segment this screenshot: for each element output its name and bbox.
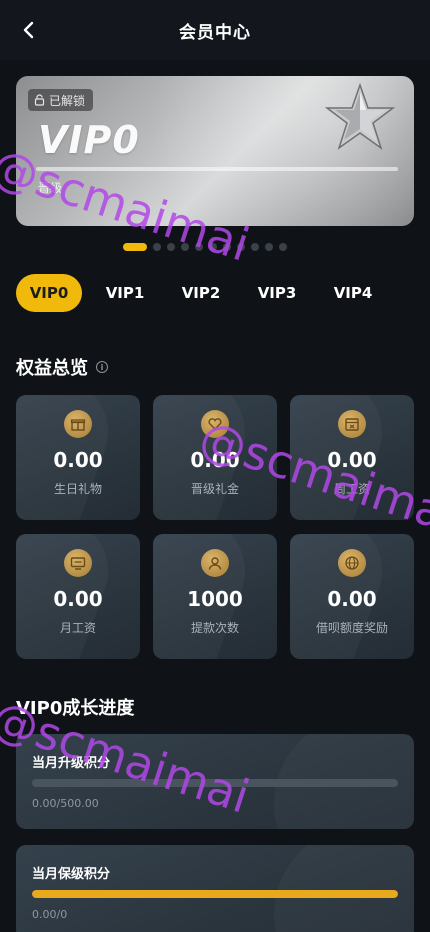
carousel-dot[interactable] — [223, 243, 231, 251]
gift-icon — [64, 410, 92, 438]
benefit-label: 周工资 — [333, 482, 370, 496]
benefit-label: 月工资 — [59, 621, 96, 635]
tab-vip3[interactable]: VIP3 — [244, 274, 310, 312]
benefit-value: 0.00 — [53, 448, 103, 472]
upgrade-points-value: 0.00/500.00 — [32, 797, 99, 810]
benefit-label: 借呗额度奖励 — [315, 621, 388, 635]
vip-level-title: VIP0 — [38, 118, 140, 162]
keep-points-panel: 当月保级积分 0.00/0 — [16, 845, 414, 932]
growth-title: VIP0成长进度 — [16, 698, 135, 719]
keep-progress-bar — [32, 890, 398, 898]
chevron-left-icon — [23, 21, 34, 39]
calendar-icon — [338, 410, 366, 438]
carousel-dot[interactable] — [123, 243, 147, 251]
vip-tabs: VIP0 VIP1 VIP2 VIP3 VIP4 — [16, 274, 386, 314]
card-progress-bar — [36, 167, 398, 171]
upgrade-points-panel: 当月升级积分 0.00/500.00 — [16, 734, 414, 829]
tab-vip1[interactable]: VIP1 — [92, 274, 158, 312]
carousel-dot[interactable] — [195, 243, 203, 251]
vip-card[interactable]: 已解锁 VIP0 晋级 — [16, 76, 414, 226]
carousel-dot[interactable] — [265, 243, 273, 251]
top-bar: 会员中心 — [0, 0, 430, 60]
benefit-card[interactable]: 0.00 月工资 — [16, 534, 140, 659]
benefit-card[interactable]: 0.00 周工资 — [290, 395, 414, 520]
page-title: 会员中心 — [179, 22, 251, 43]
user-icon — [201, 549, 229, 577]
benefit-value: 0.00 — [327, 587, 377, 611]
tab-vip4[interactable]: VIP4 — [320, 274, 386, 312]
heart-icon — [201, 410, 229, 438]
back-button[interactable] — [18, 20, 38, 40]
keep-progress-fill — [32, 890, 398, 898]
benefit-label: 晋级礼金 — [190, 482, 239, 496]
info-icon[interactable]: i — [96, 361, 108, 373]
card-subtitle: 晋级 — [38, 181, 63, 195]
benefit-card[interactable]: 0.00 借呗额度奖励 — [290, 534, 414, 659]
lock-icon — [34, 94, 45, 106]
benefits-grid: 0.00 生日礼物 0.00 晋级礼金 0.00 周工资 0.00 月工资 10… — [16, 395, 414, 659]
monitor-icon — [64, 549, 92, 577]
benefit-label: 提款次数 — [190, 621, 239, 635]
unlocked-label: 已解锁 — [49, 93, 86, 108]
carousel-indicator — [123, 243, 287, 251]
benefit-card[interactable]: 0.00 晋级礼金 — [153, 395, 277, 520]
benefit-value: 1000 — [187, 587, 243, 611]
carousel-dot[interactable] — [181, 243, 189, 251]
tab-vip2[interactable]: VIP2 — [168, 274, 234, 312]
tab-vip0[interactable]: VIP0 — [16, 274, 82, 312]
star-badge-icon — [324, 82, 396, 150]
benefit-value: 0.00 — [53, 587, 103, 611]
carousel-dot[interactable] — [279, 243, 287, 251]
carousel-dot[interactable] — [251, 243, 259, 251]
carousel-dot[interactable] — [153, 243, 161, 251]
keep-points-value: 0.00/0 — [32, 908, 68, 921]
benefit-label: 生日礼物 — [53, 482, 102, 496]
carousel-dot[interactable] — [167, 243, 175, 251]
benefit-card[interactable]: 0.00 生日礼物 — [16, 395, 140, 520]
benefit-card[interactable]: 1000 提款次数 — [153, 534, 277, 659]
globe-icon — [338, 549, 366, 577]
benefit-value: 0.00 — [190, 448, 240, 472]
unlocked-badge: 已解锁 — [28, 89, 94, 111]
carousel-dot[interactable] — [237, 243, 245, 251]
growth-heading: VIP0成长进度 — [16, 694, 134, 720]
benefit-value: 0.00 — [327, 448, 377, 472]
benefits-title: 权益总览 — [16, 358, 88, 379]
keep-points-title: 当月保级积分 — [32, 867, 111, 882]
upgrade-points-title: 当月升级积分 — [32, 756, 111, 771]
upgrade-progress-bar — [32, 779, 398, 787]
carousel-dot[interactable] — [209, 243, 217, 251]
benefits-heading: 权益总览 i — [16, 354, 108, 380]
